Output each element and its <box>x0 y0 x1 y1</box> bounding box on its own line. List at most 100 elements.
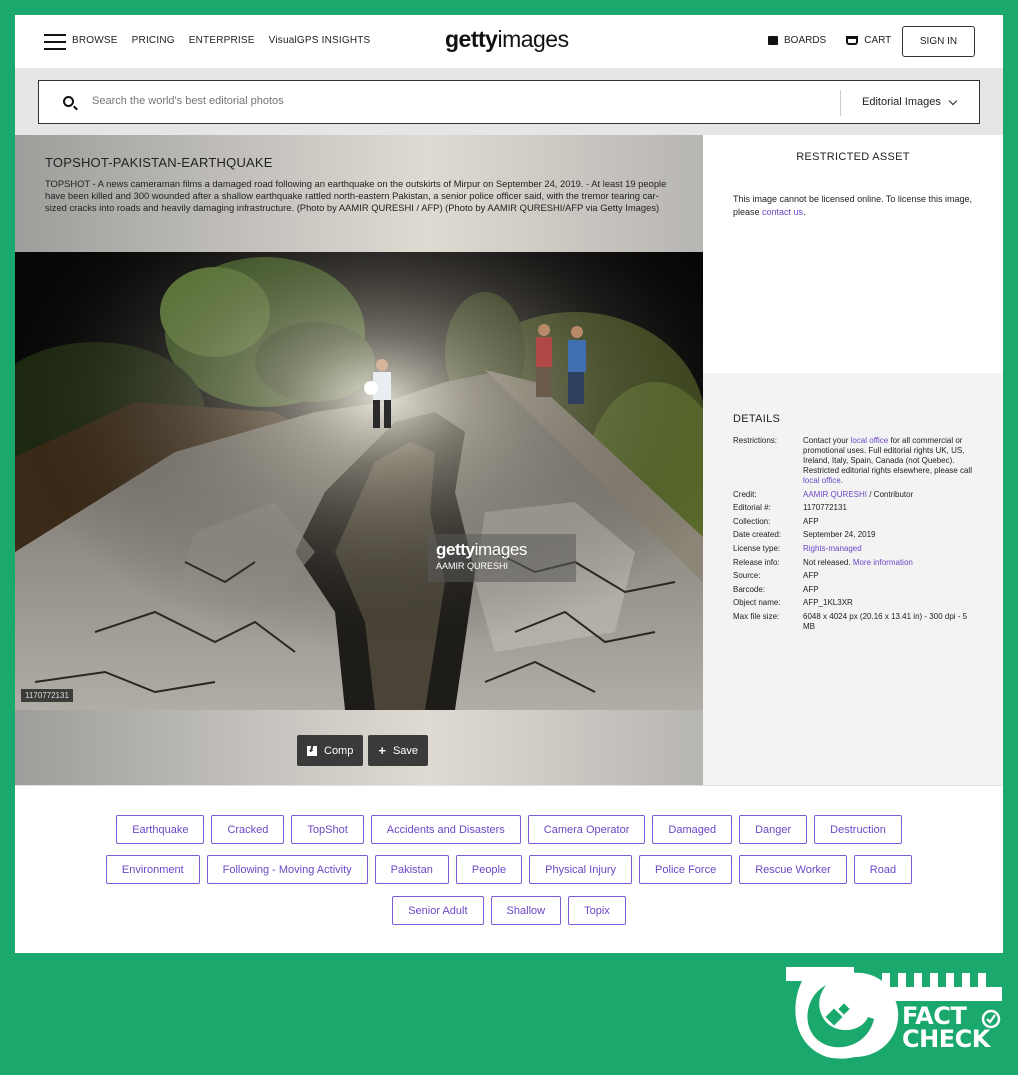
image-title: TOPSHOT-PAKISTAN-EARTHQUAKE <box>45 155 273 170</box>
details-row-restrictions: Restrictions: Contact your local office … <box>733 436 978 486</box>
details-value: Not released. More information <box>803 558 978 568</box>
search-box: Editorial Images <box>38 80 980 124</box>
details-value: Contact your local office for all commer… <box>803 436 978 486</box>
details-key: Credit: <box>733 489 757 499</box>
keyword-tag[interactable]: People <box>455 855 523 884</box>
details-key: License type: <box>733 543 781 553</box>
nav-visualgps-insights[interactable]: VisualGPS INSIGHTS <box>269 35 371 46</box>
watermark-logo-bold: getty <box>436 540 475 559</box>
details-row-date: Date created: September 24, 2019 <box>733 530 978 540</box>
gettyimages-logo[interactable]: gettyimages <box>445 26 569 53</box>
boards-link[interactable]: BOARDS <box>768 35 826 46</box>
restrictions-text-1: Contact your <box>803 436 851 445</box>
nav-enterprise[interactable]: ENTERPRISE <box>189 35 255 46</box>
keyword-tag[interactable]: Pakistan <box>374 855 449 884</box>
keyword-tag[interactable]: Destruction <box>814 815 902 844</box>
details-key: Barcode: <box>733 584 766 594</box>
getty-watermark: gettyimages AAMIR QURESHI <box>428 534 576 582</box>
main-nav: BROWSE PRICING ENTERPRISE VisualGPS INSI… <box>72 35 370 46</box>
cart-label: CART <box>864 35 892 46</box>
keyword-tag[interactable]: Damaged <box>652 815 733 844</box>
details-panel: DETAILS Restrictions: Contact your local… <box>703 373 1003 785</box>
keyword-tag[interactable]: Road <box>853 855 913 884</box>
details-key: Editorial #: <box>733 503 771 513</box>
details-row-source: Source: AFP <box>733 571 978 581</box>
keyword-tag[interactable]: Danger <box>739 815 808 844</box>
keyword-tag[interactable]: Cracked <box>211 815 285 844</box>
search-divider <box>840 90 841 116</box>
comp-label: Comp <box>324 744 354 757</box>
image-actions: Comp + Save <box>297 735 429 766</box>
keyword-tag[interactable]: Accidents and Disasters <box>370 815 521 844</box>
fact-check-line2: CHECK <box>902 1025 990 1053</box>
details-row-credit: Credit: AAMIR QURESHI / Contributor <box>733 490 978 500</box>
keyword-tag[interactable]: Shallow <box>490 896 562 925</box>
keyword-row: Earthquake Cracked TopShot Accidents and… <box>15 815 1003 844</box>
search-input[interactable] <box>92 95 792 107</box>
details-row-license: License type: Rights-managed <box>733 544 978 554</box>
top-navigation: BROWSE PRICING ENTERPRISE VisualGPS INSI… <box>15 15 1003 68</box>
account-nav: BOARDS CART <box>768 35 891 46</box>
details-row-barcode: Barcode: AFP <box>733 585 978 595</box>
details-row-release: Release info: Not released. More informa… <box>733 558 978 568</box>
sign-in-button[interactable]: SIGN IN <box>902 26 975 57</box>
keyword-tag[interactable]: Earthquake <box>116 815 205 844</box>
local-office-link[interactable]: local office <box>851 436 889 445</box>
details-value: September 24, 2019 <box>803 530 876 540</box>
keyword-tag[interactable]: Senior Adult <box>392 896 484 925</box>
details-key: Max file size: <box>733 611 780 621</box>
fact-check-badge: FACT CHECK <box>782 965 1008 1065</box>
menu-icon[interactable] <box>44 34 66 50</box>
logo-light: images <box>497 26 569 52</box>
details-key: Source: <box>733 571 761 581</box>
details-row-editorial: Editorial #: 1170772131 <box>733 503 978 513</box>
keyword-tag[interactable]: Topix <box>568 896 626 925</box>
details-row-max-file-size: Max file size: 6048 x 4024 px (20.16 x 1… <box>733 612 978 632</box>
restricted-text: This image cannot be licensed online. To… <box>733 193 973 218</box>
nav-browse[interactable]: BROWSE <box>72 35 118 46</box>
details-value: 6048 x 4024 px (20.16 x 13.41 in) - 300 … <box>803 611 968 631</box>
contact-us-link[interactable]: contact us <box>762 207 803 217</box>
more-information-link[interactable]: More information <box>853 558 913 567</box>
keyword-tag[interactable]: TopShot <box>291 815 364 844</box>
nav-pricing[interactable]: PRICING <box>132 35 175 46</box>
details-row-collection: Collection: AFP <box>733 517 978 527</box>
keyword-tag[interactable]: Police Force <box>639 855 733 884</box>
details-key: Object name: <box>733 598 781 608</box>
boards-label: BOARDS <box>784 35 827 46</box>
cart-link[interactable]: CART <box>846 35 891 46</box>
local-office-link-2[interactable]: local office <box>803 476 841 485</box>
watermark-logo: gettyimages <box>436 540 568 560</box>
search-icon[interactable] <box>63 96 74 107</box>
release-text: Not released. <box>803 557 853 567</box>
restricted-asset-panel: RESTRICTED ASSET This image cannot be li… <box>703 135 1003 373</box>
save-label: Save <box>392 744 419 757</box>
keyword-tag[interactable]: Following - Moving Activity <box>206 855 368 884</box>
chevron-down-icon <box>948 96 958 105</box>
keyword-row: Environment Following - Moving Activity … <box>15 855 1003 884</box>
details-value: AFP <box>803 516 819 526</box>
logo-bold: getty <box>445 26 498 52</box>
comp-button[interactable]: Comp <box>297 735 364 766</box>
save-button[interactable]: + Save <box>368 735 429 766</box>
keywords-section: Earthquake Cracked TopShot Accidents and… <box>15 785 1003 953</box>
details-key: Release info: <box>733 557 780 567</box>
search-scope-select[interactable]: Editorial Images <box>862 96 958 108</box>
credit-link[interactable]: AAMIR QURESHI <box>803 490 867 499</box>
details-key: Date created: <box>733 530 782 540</box>
license-type-link[interactable]: Rights-managed <box>803 544 978 554</box>
restrictions-text-3: . <box>840 476 843 485</box>
details-value: 1170772131 <box>803 503 847 513</box>
keyword-tag[interactable]: Environment <box>105 855 200 884</box>
earthquake-photo[interactable]: gettyimages AAMIR QURESHI 1170772131 <box>15 252 703 710</box>
keyword-tag[interactable]: Physical Injury <box>529 855 633 884</box>
plus-icon: + <box>378 743 386 758</box>
restricted-title: RESTRICTED ASSET <box>796 151 910 163</box>
keyword-tag[interactable]: Rescue Worker <box>739 855 847 884</box>
keyword-tag[interactable]: Camera Operator <box>527 815 646 844</box>
details-key: Collection: <box>733 516 771 526</box>
details-value: AFP_1KL3XR <box>803 598 853 608</box>
fact-check-text: FACT CHECK <box>902 1004 990 1053</box>
details-key: Restrictions: <box>733 436 778 445</box>
watermark-logo-light: images <box>474 540 528 559</box>
